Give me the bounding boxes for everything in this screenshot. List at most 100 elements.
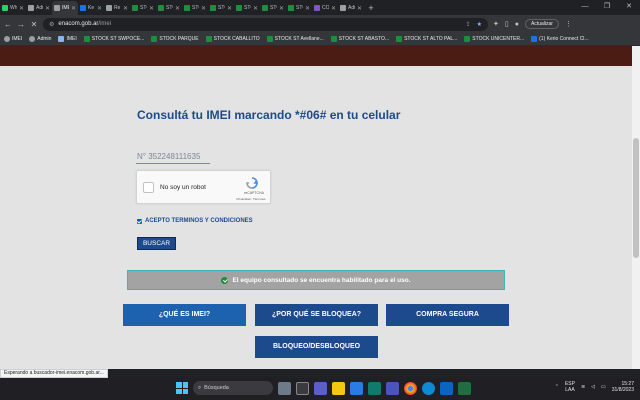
tab-close-icon[interactable]: ✕ — [97, 5, 102, 12]
tab-favicon-icon — [184, 5, 190, 11]
terms-label[interactable]: ACEPTO TERMINOS Y CONDICIONES — [145, 218, 253, 224]
bookmark-item[interactable]: STOCK ST ABASTO... — [330, 36, 389, 42]
chat-icon[interactable] — [314, 381, 327, 395]
teams-icon[interactable] — [386, 381, 399, 395]
chrome-icon[interactable] — [404, 381, 417, 395]
terms-checkbox[interactable] — [137, 218, 142, 224]
bookmark-item[interactable]: STOCK ST ALTO PAL... — [396, 36, 457, 42]
minimize-icon[interactable]: — — [574, 0, 596, 15]
widgets-icon[interactable] — [278, 381, 291, 395]
tab-close-icon[interactable]: ✕ — [227, 5, 232, 12]
terms-row[interactable]: ACEPTO TERMINOS Y CONDICIONES — [137, 218, 253, 224]
browser-tab[interactable]: CO ✕ — [312, 1, 338, 15]
maximize-icon[interactable]: ❐ — [596, 0, 618, 15]
bookmark-item[interactable]: Admin — [29, 36, 51, 42]
clock[interactable]: 15:27 31/8/2023 — [612, 381, 634, 393]
tab-close-icon[interactable]: ✕ — [253, 5, 258, 12]
browser-tab[interactable]: IME✕ — [52, 1, 78, 15]
block-unblock-button[interactable]: BLOQUEO/DESBLOQUEO — [255, 336, 378, 358]
bookmark-label: STOCK CABALLITO — [213, 36, 260, 42]
bookmark-item[interactable]: (1) Kerio Connect Cl... — [531, 36, 589, 42]
tab-label: Re — [114, 5, 121, 11]
browser-tab[interactable]: STC✕ — [156, 1, 182, 15]
bookmark-item[interactable]: STOCK CABALLITO — [205, 36, 260, 42]
file-explorer-icon[interactable] — [332, 381, 345, 395]
wifi-icon[interactable]: ≋ — [581, 384, 585, 390]
browser-tab[interactable]: Wh ✕ — [0, 1, 26, 15]
tab-close-icon[interactable]: ✕ — [123, 5, 128, 12]
tab-close-icon[interactable]: ✕ — [201, 5, 206, 12]
page-scrollbar[interactable] — [632, 46, 640, 369]
store-icon[interactable] — [350, 381, 363, 395]
menu-icon[interactable]: ⋮ — [565, 20, 572, 28]
browser-toolbar: ← → ✕ ⚙ enacom.gob.ar/imei ⇪ ★ ✦ ▯ ● Act… — [0, 15, 640, 33]
battery-icon[interactable]: ▭ — [601, 384, 606, 390]
browser-tab[interactable]: STC✕ — [286, 1, 312, 15]
taskbar-apps: ⌕ Búsqueda — [176, 381, 471, 395]
browser-tab[interactable]: Ke ✕ — [78, 1, 104, 15]
bookmark-sheet-icon — [205, 36, 212, 42]
result-message: El equipo consultado se encuentra habili… — [232, 276, 411, 284]
browser-tab[interactable]: STC✕ — [260, 1, 286, 15]
share-icon[interactable]: ⇪ — [466, 21, 471, 28]
browser-tab[interactable]: Re ✕ — [104, 1, 130, 15]
tab-close-icon[interactable]: ✕ — [279, 5, 284, 12]
bookmark-item[interactable]: STOCK PARQUE — [151, 36, 199, 42]
terminal-icon[interactable] — [368, 381, 381, 395]
imei-input[interactable]: N° 352248111635 — [136, 151, 210, 164]
site-info-icon[interactable]: ⚙ — [49, 21, 54, 28]
tab-close-icon[interactable]: ✕ — [45, 5, 50, 12]
bookmark-item[interactable]: IMEI — [58, 36, 77, 42]
outlook-icon[interactable] — [440, 381, 453, 395]
back-icon[interactable]: ← — [4, 20, 12, 29]
scrollbar-thumb[interactable] — [633, 138, 639, 258]
browser-tab[interactable]: Adi ✕ — [338, 1, 364, 15]
browser-tab[interactable]: STC✕ — [130, 1, 156, 15]
close-load-icon[interactable]: ✕ — [30, 20, 38, 29]
extensions-icon[interactable]: ✦ — [493, 20, 499, 28]
tab-favicon-icon — [132, 5, 138, 11]
tray-chevron-icon[interactable]: ⌃ — [555, 384, 559, 390]
bookmark-label: STOCK ST Avellane... — [274, 36, 324, 42]
taskbar-search[interactable]: ⌕ Búsqueda — [193, 381, 273, 395]
edge-icon[interactable] — [422, 381, 435, 395]
tab-close-icon[interactable]: ✕ — [71, 5, 76, 12]
tab-close-icon[interactable]: ✕ — [175, 5, 180, 12]
language-indicator[interactable]: ESP LAA — [565, 381, 575, 393]
bookmark-item[interactable]: STOCK ST Avellane... — [266, 36, 324, 42]
bookmark-item[interactable]: STOCK ST SWPOCE... — [83, 36, 144, 42]
new-tab-button[interactable]: + — [364, 1, 378, 15]
close-window-icon[interactable]: ✕ — [618, 0, 640, 15]
browser-tab[interactable]: STC✕ — [234, 1, 260, 15]
bookmark-item[interactable]: STOCK UNICENTER... — [464, 36, 524, 42]
tab-favicon-icon — [314, 5, 320, 11]
captcha-checkbox[interactable] — [143, 182, 154, 193]
bookmark-sheet-icon — [83, 36, 90, 42]
search-button[interactable]: BUSCAR — [137, 237, 176, 250]
tab-close-icon[interactable]: ✕ — [149, 5, 154, 12]
update-button[interactable]: Actualizar — [524, 19, 559, 29]
result-banner: El equipo consultado se encuentra habili… — [127, 270, 505, 290]
bookmark-item[interactable]: IMEI — [4, 36, 22, 42]
bookmark-star-icon[interactable]: ★ — [477, 21, 482, 28]
captcha-links[interactable]: Privacidad - Términos — [231, 197, 271, 201]
browser-tab[interactable]: STC✕ — [208, 1, 234, 15]
forward-icon[interactable]: → — [17, 20, 25, 29]
tab-label: STC — [270, 5, 277, 11]
tab-close-icon[interactable]: ✕ — [357, 5, 362, 12]
tab-close-icon[interactable]: ✕ — [19, 5, 24, 12]
why-blocked-button[interactable]: ¿POR QUÉ SE BLOQUEA? — [255, 304, 378, 326]
browser-tab[interactable]: Adi ✕ — [26, 1, 52, 15]
start-icon[interactable] — [176, 382, 188, 394]
what-is-imei-button[interactable]: ¿QUÉ ES IMEI? — [123, 304, 246, 326]
browser-tab[interactable]: STC✕ — [182, 1, 208, 15]
tab-close-icon[interactable]: ✕ — [305, 5, 310, 12]
address-bar[interactable]: ⚙ enacom.gob.ar/imei ⇪ ★ — [43, 17, 488, 31]
excel-icon[interactable] — [458, 381, 471, 395]
safe-purchase-button[interactable]: COMPRA SEGURA — [386, 304, 509, 326]
profile-icon[interactable]: ● — [515, 21, 519, 28]
tab-close-icon[interactable]: ✕ — [331, 5, 336, 12]
task-view-icon[interactable] — [296, 381, 309, 395]
sidepanel-icon[interactable]: ▯ — [505, 20, 509, 28]
volume-icon[interactable]: ◁ — [591, 384, 595, 390]
